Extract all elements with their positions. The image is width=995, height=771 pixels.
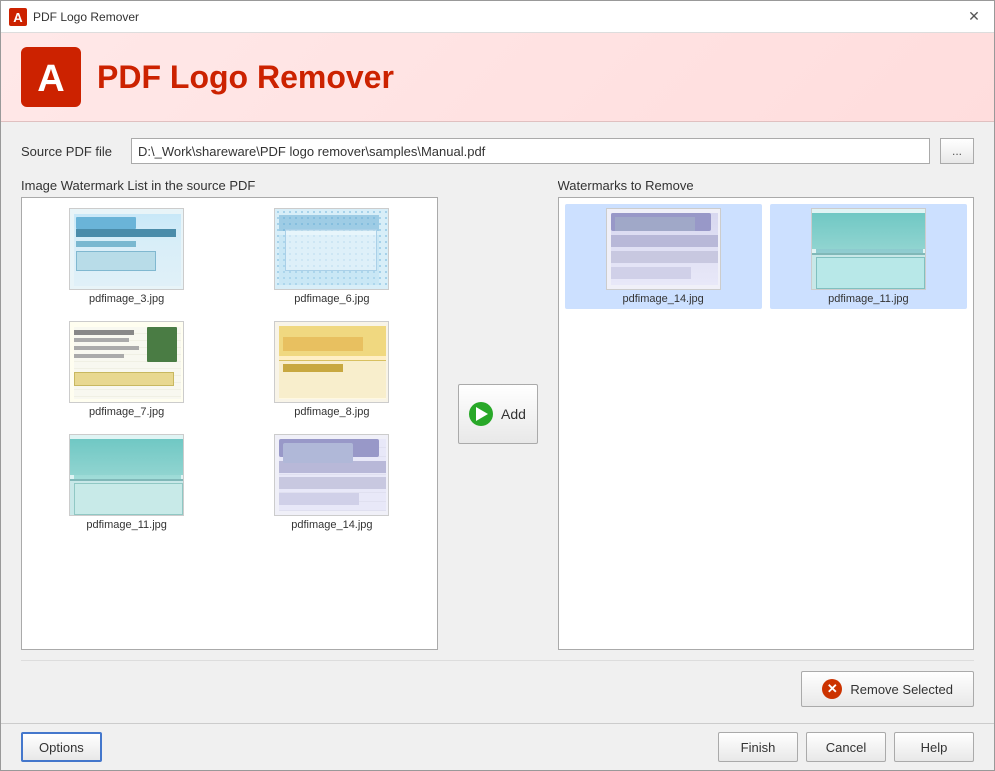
item-filename: pdfimage_11.jpg [828,293,909,305]
help-button[interactable]: Help [894,732,974,762]
list-item[interactable]: pdfimage_7.jpg [28,317,225,422]
add-button-label: Add [501,406,526,422]
list-item[interactable]: pdfimage_6.jpg [233,204,430,309]
header-title: PDF Logo Remover [97,59,394,96]
close-button[interactable]: ✕ [962,5,986,29]
watermarks-to-remove-list[interactable]: pdfimage_14.jpg [558,197,975,650]
thumbnail [811,208,926,290]
footer-left: Options [21,732,718,762]
item-filename: pdfimage_6.jpg [294,293,369,305]
add-button[interactable]: Add [458,384,538,444]
app-icon: A [9,8,27,26]
thumbnail [606,208,721,290]
left-panel: Image Watermark List in the source PDF [21,178,438,650]
remove-x-icon: ✕ [822,679,842,699]
item-filename: pdfimage_11.jpg [86,519,167,531]
header-banner: A PDF Logo Remover [1,33,994,122]
main-content: Source PDF file ... Image Watermark List… [1,122,994,723]
list-item[interactable]: pdfimage_8.jpg [233,317,430,422]
right-panel: Watermarks to Remove [558,178,975,650]
item-filename: pdfimage_14.jpg [291,519,372,531]
list-item[interactable]: pdfimage_14.jpg [233,430,430,535]
thumbnail [274,434,389,516]
options-button[interactable]: Options [21,732,102,762]
list-item[interactable]: pdfimage_11.jpg [28,430,225,535]
thumbnail [69,434,184,516]
thumbnail [69,321,184,403]
browse-button[interactable]: ... [940,138,974,164]
item-filename: pdfimage_7.jpg [89,406,164,418]
source-path-input[interactable] [131,138,930,164]
right-panel-label: Watermarks to Remove [558,178,975,193]
action-row: ✕ Remove Selected [21,660,974,715]
item-filename: pdfimage_14.jpg [622,293,703,305]
list-item[interactable]: pdfimage_11.jpg [770,204,967,309]
thumbnail [274,208,389,290]
thumbnail [69,208,184,290]
item-filename: pdfimage_8.jpg [294,406,369,418]
titlebar: A PDF Logo Remover ✕ [1,1,994,33]
left-panel-label: Image Watermark List in the source PDF [21,178,438,193]
svg-text:A: A [37,58,64,100]
lists-area: Image Watermark List in the source PDF [21,178,974,650]
add-play-icon [469,402,493,426]
list-item[interactable]: pdfimage_14.jpg [565,204,762,309]
titlebar-title: PDF Logo Remover [33,10,962,24]
footer-right: Finish Cancel Help [718,732,974,762]
app-window: A PDF Logo Remover ✕ A PDF Logo Remover … [0,0,995,771]
item-filename: pdfimage_3.jpg [89,293,164,305]
header-logo-icon: A [21,47,81,107]
remove-button-label: Remove Selected [850,682,953,697]
source-row: Source PDF file ... [21,138,974,164]
source-label: Source PDF file [21,144,121,159]
footer: Options Finish Cancel Help [1,723,994,770]
list-item[interactable]: pdfimage_3.jpg [28,204,225,309]
add-button-area: Add [448,178,548,650]
source-watermarks-list[interactable]: pdfimage_3.jpg pdfimage_6.jpg [21,197,438,650]
svg-text:A: A [13,10,23,25]
cancel-button[interactable]: Cancel [806,732,886,762]
remove-selected-button[interactable]: ✕ Remove Selected [801,671,974,707]
finish-button[interactable]: Finish [718,732,798,762]
thumbnail [274,321,389,403]
